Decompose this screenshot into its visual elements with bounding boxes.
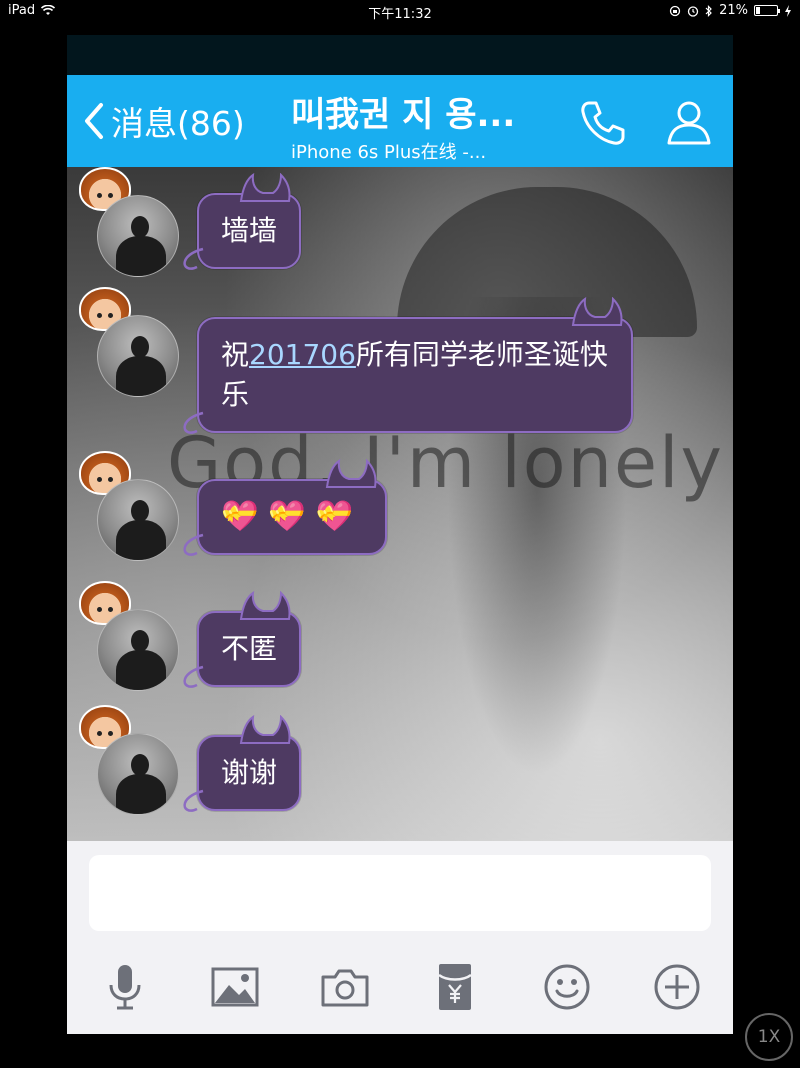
battery-fill xyxy=(756,7,761,14)
avatar[interactable] xyxy=(97,479,179,561)
profile-icon[interactable] xyxy=(663,97,715,149)
status-bar: iPad 下午11:32 21% xyxy=(0,0,800,24)
avatar[interactable] xyxy=(97,609,179,691)
message-input[interactable] xyxy=(89,855,711,931)
gift-heart-icon: 💝 xyxy=(268,499,306,534)
back-button[interactable]: 消息(86) xyxy=(81,97,245,145)
alarm-icon xyxy=(687,5,699,17)
orientation-lock-icon xyxy=(669,5,681,16)
phone-icon[interactable] xyxy=(577,97,629,149)
gift-heart-icon: 💝 xyxy=(221,499,259,534)
contact-status: iPhone 6s Plus在线 -... xyxy=(291,142,487,163)
gift-heart-icon: 💝 xyxy=(315,499,354,534)
avatar-stack xyxy=(77,167,179,287)
input-toolbar xyxy=(67,961,733,1021)
avatar[interactable] xyxy=(97,315,179,397)
chat-header: 消息(86) 叫我권 지 용... iPhone 6s Plus在线 -... xyxy=(67,75,733,167)
contact-title[interactable]: 叫我권 지 용... iPhone 6s Plus在线 -... xyxy=(291,87,551,164)
bluetooth-icon xyxy=(705,4,712,17)
phone-status-area xyxy=(67,35,733,75)
zoom-button[interactable]: 1X xyxy=(745,1013,793,1061)
status-right: 21% xyxy=(669,3,792,18)
back-label: 消息(86) xyxy=(111,104,245,143)
chat-bubble[interactable]: 💝 💝 💝 xyxy=(183,459,388,556)
contact-name: 叫我권 지 용... xyxy=(291,95,516,135)
phone-screen: 消息(86) 叫我권 지 용... iPhone 6s Plus在线 -... … xyxy=(67,35,733,1034)
battery-percent: 21% xyxy=(719,3,748,18)
message-text-prefix: 祝 xyxy=(221,338,250,371)
bubble-tail-icon xyxy=(183,665,204,688)
message-link[interactable]: 201706 xyxy=(249,338,356,371)
bubble-tail-icon xyxy=(183,411,204,434)
chevron-left-icon xyxy=(85,103,103,139)
message-text: 墙墙 xyxy=(221,214,278,247)
bubble-horns-icon xyxy=(571,297,623,326)
chat-area[interactable]: God, I'm lonely 墙墙 祝201706所有同学老师圣诞快乐 💝 💝… xyxy=(67,167,733,841)
bubble-tail-icon xyxy=(183,247,204,270)
microphone-icon[interactable] xyxy=(99,961,151,1013)
bubble-horns-icon xyxy=(239,591,291,620)
avatar-stack xyxy=(77,581,179,701)
chat-bubble[interactable]: 不匿 xyxy=(183,591,302,688)
bubble-tail-icon xyxy=(183,533,204,556)
charging-icon xyxy=(785,4,791,17)
chat-bubble[interactable]: 谢谢 xyxy=(183,715,302,812)
input-area xyxy=(67,841,733,1034)
avatar-stack xyxy=(77,451,179,571)
chat-bubble[interactable]: 祝201706所有同学老师圣诞快乐 xyxy=(183,297,633,434)
camera-icon[interactable] xyxy=(319,961,371,1013)
emoji-icon[interactable] xyxy=(541,961,593,1013)
plus-icon[interactable] xyxy=(651,961,703,1013)
image-icon[interactable] xyxy=(209,961,261,1013)
bubble-horns-icon xyxy=(239,173,291,202)
avatar-stack xyxy=(77,287,179,407)
avatar-stack xyxy=(77,705,179,825)
red-packet-icon[interactable] xyxy=(429,961,481,1013)
avatar[interactable] xyxy=(97,733,179,815)
chat-bubble[interactable]: 墙墙 xyxy=(183,173,302,270)
bubble-horns-icon xyxy=(325,459,377,488)
bubble-tail-icon xyxy=(183,789,204,812)
bubble-horns-icon xyxy=(239,715,291,744)
battery-icon xyxy=(754,5,780,16)
message-text: 不匿 xyxy=(221,632,278,665)
avatar[interactable] xyxy=(97,195,179,277)
message-text: 谢谢 xyxy=(221,756,278,789)
